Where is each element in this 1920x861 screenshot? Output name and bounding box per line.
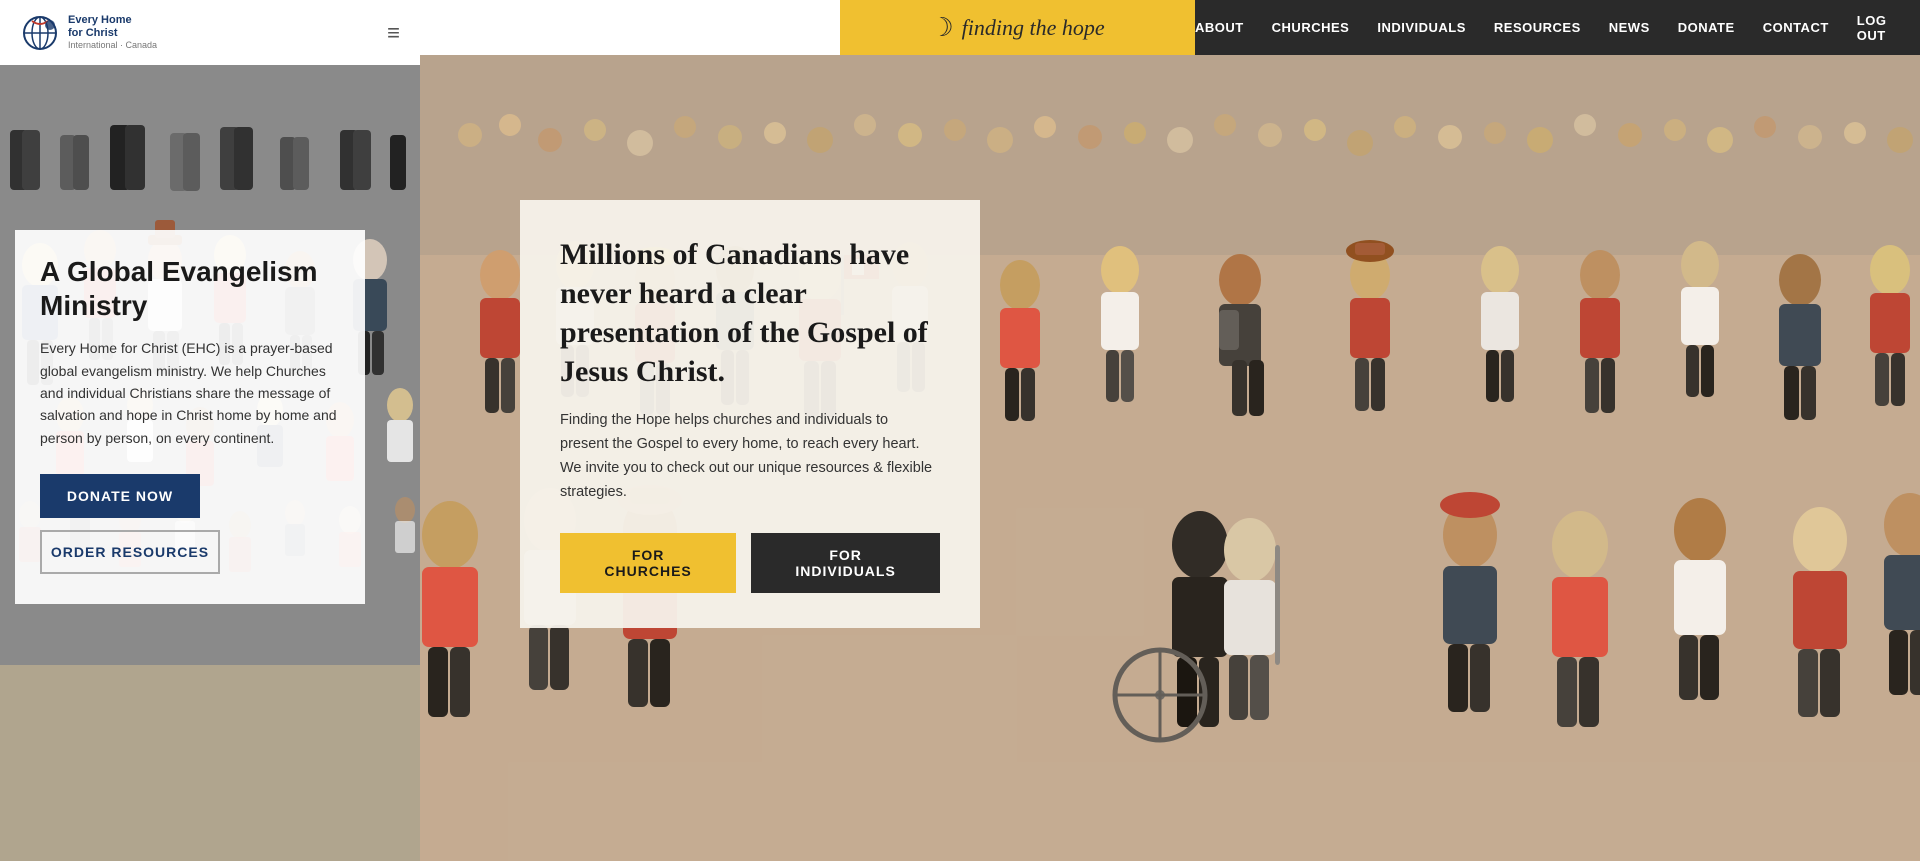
for-churches-button[interactable]: FOR CHURCHES: [560, 533, 736, 593]
mobile-header: Every Home for Christ International · Ca…: [0, 0, 420, 65]
nav-donate[interactable]: DONATE: [1678, 20, 1735, 35]
main-site-panel: ☽ finding the hope ABOUT CHURCHES INDIVI…: [420, 0, 1920, 861]
top-navbar: ☽ finding the hope ABOUT CHURCHES INDIVI…: [840, 0, 1920, 55]
logo-crescent-icon: ☽: [930, 12, 953, 43]
nav-about[interactable]: ABOUT: [1195, 20, 1244, 35]
main-content-box: Millions of Canadians have never heard a…: [520, 200, 980, 628]
for-individuals-button[interactable]: FOR INDIVIDUALS: [751, 533, 940, 593]
left-card-body: Every Home for Christ (EHC) is a prayer-…: [40, 337, 340, 449]
nav-links: ABOUT CHURCHES INDIVIDUALS RESOURCES NEW…: [1195, 13, 1920, 43]
main-body: Finding the Hope helps churches and indi…: [560, 409, 940, 505]
order-resources-button[interactable]: ORDER RESOURCES: [40, 530, 220, 574]
site-logo[interactable]: ☽ finding the hope: [840, 0, 1195, 55]
logo-globe-icon: [20, 13, 60, 53]
mobile-org-name: Every Home for Christ International · Ca…: [68, 14, 157, 51]
nav-resources[interactable]: RESOURCES: [1494, 20, 1581, 35]
left-content-card: A Global Evangelism Ministry Every Home …: [15, 230, 365, 604]
main-headline: Millions of Canadians have never heard a…: [560, 235, 940, 391]
nav-contact[interactable]: CONTACT: [1763, 20, 1829, 35]
left-card-title: A Global Evangelism Ministry: [40, 255, 340, 322]
nav-churches[interactable]: CHURCHES: [1272, 20, 1350, 35]
site-logo-text: finding the hope: [962, 15, 1105, 41]
mobile-panel: Every Home for Christ International · Ca…: [0, 0, 420, 861]
hamburger-menu[interactable]: ≡: [387, 20, 400, 46]
nav-logout[interactable]: LOG OUT: [1857, 13, 1890, 43]
nav-individuals[interactable]: INDIVIDUALS: [1377, 20, 1466, 35]
donate-now-button[interactable]: DONATE NOW: [40, 474, 200, 518]
cta-buttons: FOR CHURCHES FOR INDIVIDUALS: [560, 533, 940, 593]
mobile-logo: Every Home for Christ International · Ca…: [20, 13, 157, 53]
nav-news[interactable]: NEWS: [1609, 20, 1650, 35]
